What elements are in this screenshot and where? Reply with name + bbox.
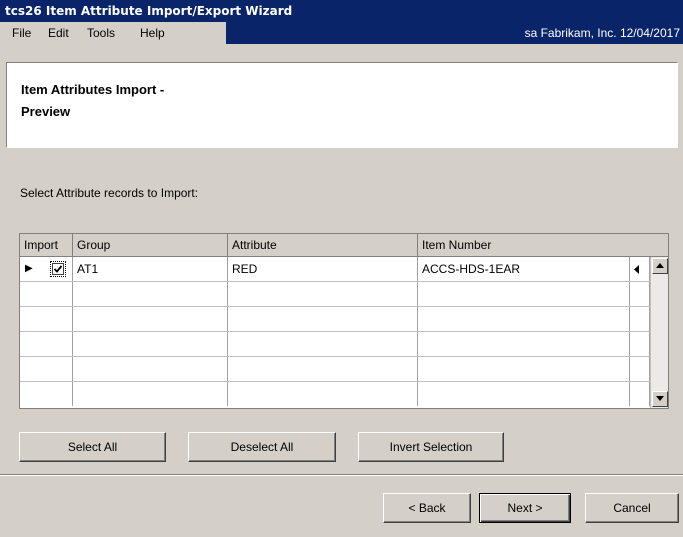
vertical-scrollbar[interactable] xyxy=(650,257,668,408)
grid-header: Import Group Attribute Item Number xyxy=(20,234,668,257)
page-title: Item Attributes Import - Preview xyxy=(21,79,241,123)
col-item-number[interactable]: Item Number xyxy=(418,234,668,256)
attributes-grid[interactable]: Import Group Attribute Item Number ▶ AT1… xyxy=(19,233,669,409)
cell-extra xyxy=(630,257,650,281)
scroll-down-button[interactable] xyxy=(652,391,668,407)
cell-group[interactable]: AT1 xyxy=(73,257,228,281)
status-text: sa Fabrikam, Inc. 12/04/2017 xyxy=(524,26,680,40)
instructions-label: Select Attribute records to Import: xyxy=(20,186,199,200)
status-area: sa Fabrikam, Inc. 12/04/2017 xyxy=(226,22,683,44)
cancel-button[interactable]: Cancel xyxy=(585,493,679,523)
menu-file[interactable]: File xyxy=(12,22,31,44)
table-row[interactable]: ▶ AT1 RED ACCS-HDS-1EAR xyxy=(20,257,650,282)
arrow-up-icon xyxy=(656,263,664,268)
menu-help[interactable]: Help xyxy=(140,22,165,44)
table-row-empty xyxy=(20,307,650,332)
menu-edit[interactable]: Edit xyxy=(48,22,69,44)
col-import[interactable]: Import xyxy=(20,234,73,256)
arrow-left-icon[interactable] xyxy=(634,265,640,274)
select-all-button[interactable]: Select All xyxy=(19,432,166,462)
table-row-empty xyxy=(20,382,650,407)
header-panel: Item Attributes Import - Preview xyxy=(6,62,678,148)
menu-tools[interactable]: Tools xyxy=(87,22,115,44)
cell-attribute[interactable]: RED xyxy=(228,257,418,281)
menu-bar: File Edit Tools Help sa Fabrikam, Inc. 1… xyxy=(0,22,683,44)
col-group[interactable]: Group xyxy=(73,234,228,256)
table-row-empty xyxy=(20,282,650,307)
page-title-line1: Item Attributes Import - xyxy=(21,82,165,97)
col-attribute[interactable]: Attribute xyxy=(228,234,418,256)
table-row-empty xyxy=(20,332,650,357)
table-row-empty xyxy=(20,357,650,382)
cell-item-number[interactable]: ACCS-HDS-1EAR xyxy=(418,257,630,281)
back-button[interactable]: < Back xyxy=(383,493,471,523)
page-title-line2: Preview xyxy=(21,104,71,119)
divider xyxy=(0,474,683,476)
deselect-all-button[interactable]: Deselect All xyxy=(188,432,336,462)
window-title: tcs26 Item Attribute Import/Export Wizar… xyxy=(0,0,683,22)
scroll-up-button[interactable] xyxy=(652,258,668,274)
invert-selection-button[interactable]: Invert Selection xyxy=(358,432,504,462)
arrow-down-icon xyxy=(656,396,664,401)
next-button[interactable]: Next > xyxy=(479,493,571,523)
cell-import xyxy=(20,257,73,281)
